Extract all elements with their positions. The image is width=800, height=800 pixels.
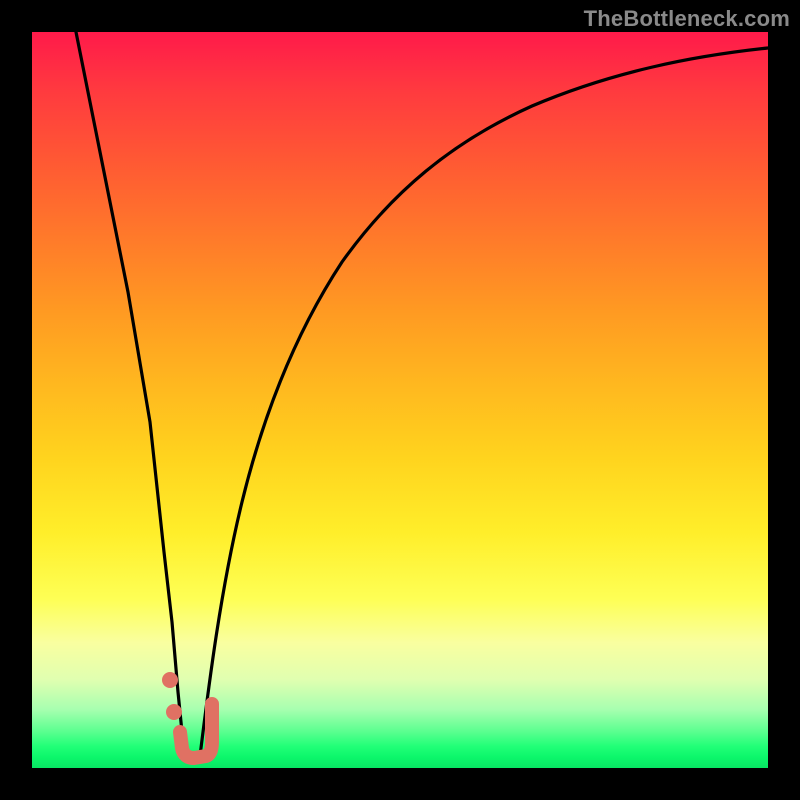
marker-hook (180, 704, 212, 758)
marker-dot-upper (162, 672, 178, 688)
chart-frame: TheBottleneck.com (0, 0, 800, 800)
watermark-text: TheBottleneck.com (584, 6, 790, 32)
marker-layer (32, 32, 768, 768)
marker-dot-lower (166, 704, 182, 720)
plot-area (32, 32, 768, 768)
